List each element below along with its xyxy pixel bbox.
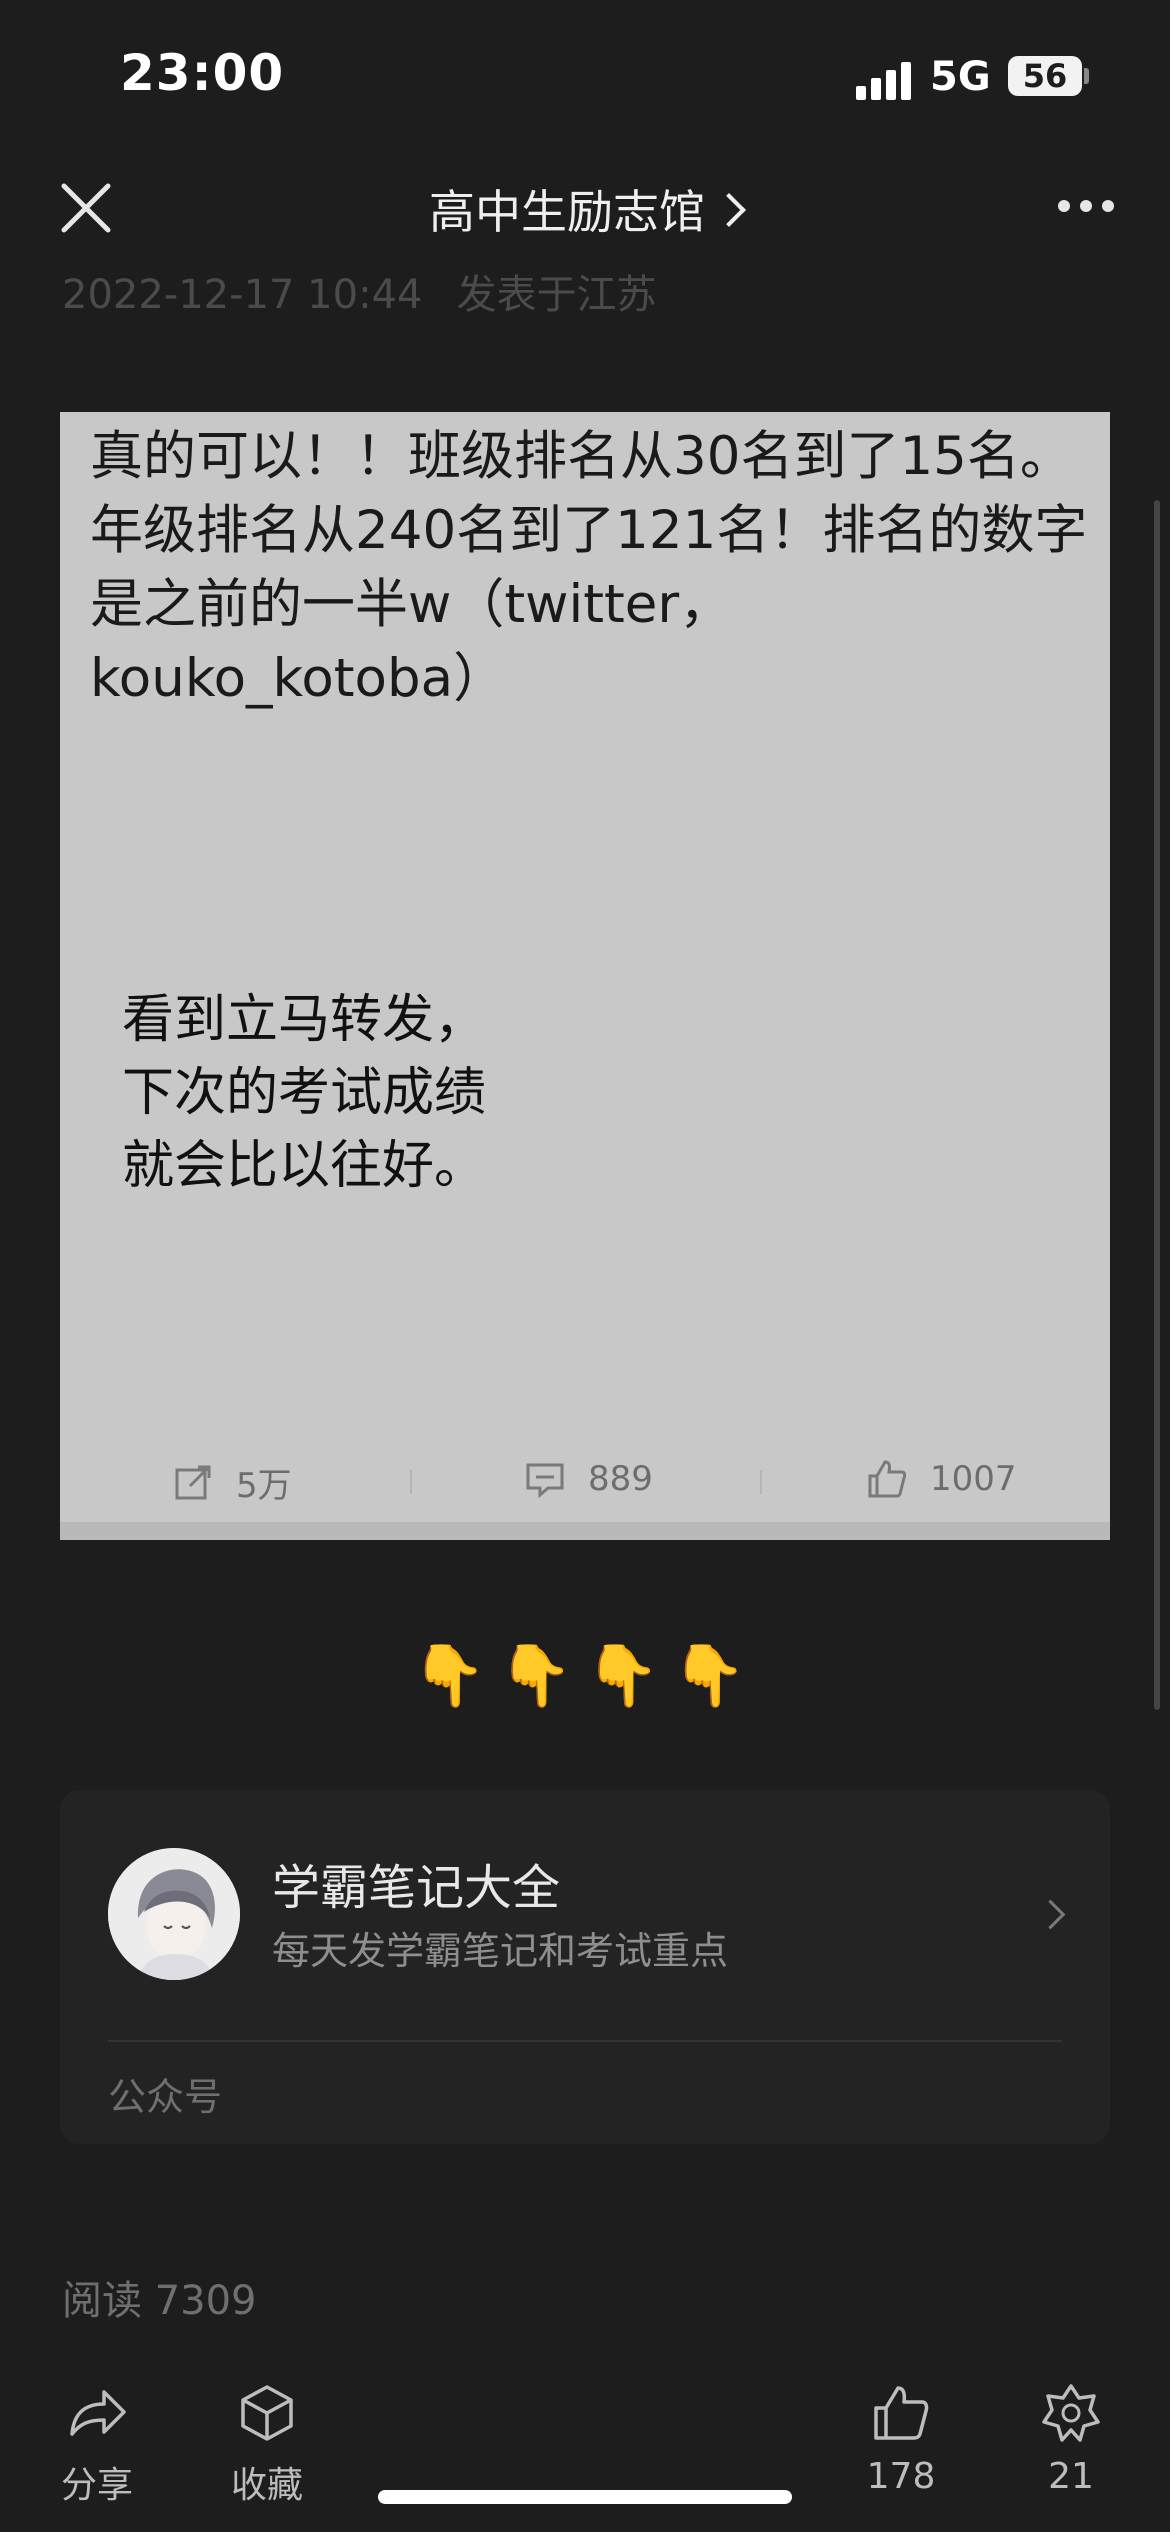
cube-icon xyxy=(241,2385,293,2441)
repost-count: 5万 xyxy=(236,1466,292,1506)
read-count: 阅读 7309 xyxy=(62,2278,257,2324)
quote-line: 看到立马转发， xyxy=(122,990,487,1050)
divider xyxy=(108,2040,1062,2042)
comment-icon xyxy=(526,1463,564,1499)
favorite-label: 收藏 xyxy=(230,2465,303,2506)
account-card[interactable]: 学霸笔记大全 每天发学霸笔记和考试重点 公众号 xyxy=(60,1790,1110,2144)
account-name: 学霸笔记大全 xyxy=(272,1860,561,1916)
account-title-link[interactable]: 高中生励志馆 xyxy=(0,176,1170,242)
star-burst-icon xyxy=(1042,2384,1100,2442)
repost-icon xyxy=(175,1465,211,1499)
card-stats: 5万 889 1007 xyxy=(60,1452,1110,1522)
account-description: 每天发学霸笔记和考试重点 xyxy=(272,1929,729,1973)
network-type: 5G xyxy=(930,54,991,100)
stat-divider xyxy=(760,1470,762,1494)
handwritten-quote: 看到立马转发， 下次的考试成绩 就会比以往好。 xyxy=(122,984,486,1203)
more-icon[interactable] xyxy=(1058,200,1114,214)
like-stat: 1007 xyxy=(866,1458,1017,1500)
quote-line: 就会比以往好。 xyxy=(122,1136,487,1196)
comment-count: 889 xyxy=(588,1459,653,1499)
post-location: 发表于江苏 xyxy=(456,272,657,318)
like-count: 1007 xyxy=(930,1459,1017,1499)
repost-stat: 5万 xyxy=(172,1458,292,1507)
battery-tip xyxy=(1084,68,1089,84)
signal-icon xyxy=(856,60,912,100)
post-meta: 2022-12-17 10:44 发表于江苏 xyxy=(62,262,690,320)
battery-icon: 56 xyxy=(1008,56,1082,96)
like-count: 178 xyxy=(866,2456,936,2497)
stat-divider xyxy=(410,1470,412,1494)
avatar xyxy=(108,1848,240,1980)
home-indicator[interactable] xyxy=(378,2490,792,2504)
account-type: 公众号 xyxy=(108,2075,223,2119)
thumbs-up-icon xyxy=(874,2386,929,2440)
share-icon xyxy=(70,2390,126,2436)
nav-title: 高中生励志馆 xyxy=(429,185,705,239)
favorite-button[interactable]: 收藏 xyxy=(212,2382,322,2508)
wow-count: 21 xyxy=(1048,2456,1094,2497)
wow-button[interactable]: 21 xyxy=(1016,2382,1126,2497)
share-button[interactable]: 分享 xyxy=(42,2382,152,2508)
card-bottom-strip xyxy=(60,1522,1110,1540)
post-image[interactable]: 真的可以！！班级排名从30名到了15名。年级排名从240名到了121名！排名的数… xyxy=(60,412,1110,1540)
status-time: 23:00 xyxy=(120,44,285,102)
chevron-right-icon xyxy=(712,193,746,227)
scrollbar[interactable] xyxy=(1154,500,1160,1710)
chevron-right-icon xyxy=(1035,1899,1066,1930)
comment-stat: 889 xyxy=(524,1458,653,1500)
card-text: 真的可以！！班级排名从30名到了15名。年级排名从240名到了121名！排名的数… xyxy=(90,426,1088,709)
like-button[interactable]: 178 xyxy=(846,2382,956,2497)
share-label: 分享 xyxy=(60,2465,133,2506)
pointing-down-emoji-row: 👇👇👇👇 xyxy=(411,1641,759,1711)
thumbs-up-icon xyxy=(868,1460,907,1498)
post-date: 2022-12-17 10:44 xyxy=(62,272,423,318)
quote-line: 下次的考试成绩 xyxy=(122,1063,487,1123)
